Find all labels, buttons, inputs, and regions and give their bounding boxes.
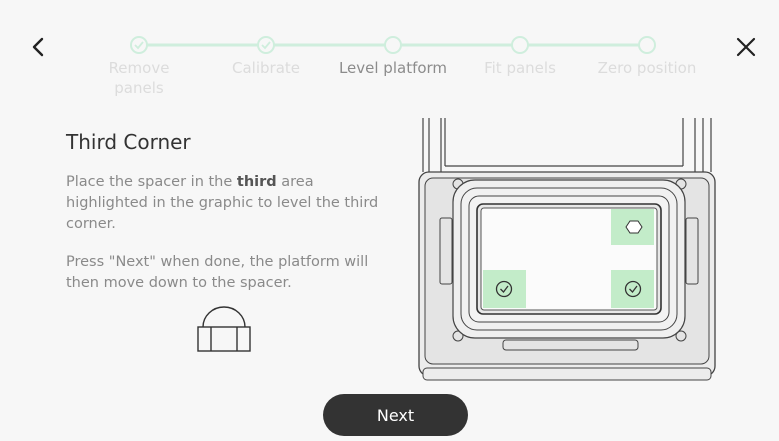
spacer-icon <box>197 306 251 352</box>
instruction-text: Place the spacer in the third area highl… <box>66 172 386 235</box>
platform-illustration <box>418 118 716 381</box>
step-label-fit-panels: Fit panels <box>484 59 556 77</box>
step-done-check-icon <box>257 36 275 54</box>
wizard-screen: Remove panels Calibrate Level platform F… <box>0 0 779 441</box>
step-done-check-icon <box>130 36 148 54</box>
corner-highlight-bottom-left <box>483 270 526 308</box>
instruction-emphasis: third <box>236 174 277 190</box>
step-label-calibrate: Calibrate <box>232 59 300 77</box>
step-label-line: Remove <box>108 59 170 77</box>
page-title: Third Corner <box>66 130 191 154</box>
next-hint-text: Press "Next" when done, the platform wil… <box>66 254 369 291</box>
step-current-dot <box>384 36 402 54</box>
step-label-line: panels <box>114 79 164 97</box>
progress-stepper: Remove panels Calibrate Level platform F… <box>0 0 779 100</box>
step-label-zero-position: Zero position <box>597 59 697 77</box>
step-pending-dot <box>511 36 529 54</box>
step-label-remove-panels: Remove panels <box>109 58 170 98</box>
step-label-level-platform: Level platform <box>338 59 448 77</box>
step-pending-dot <box>638 36 656 54</box>
instruction-text-part: Place the spacer in the <box>66 174 237 190</box>
next-button[interactable]: Next <box>323 394 468 436</box>
hexagon-icon <box>625 220 643 234</box>
corner-highlight-bottom-right <box>611 270 654 308</box>
corner-highlight-top-right <box>611 209 654 245</box>
